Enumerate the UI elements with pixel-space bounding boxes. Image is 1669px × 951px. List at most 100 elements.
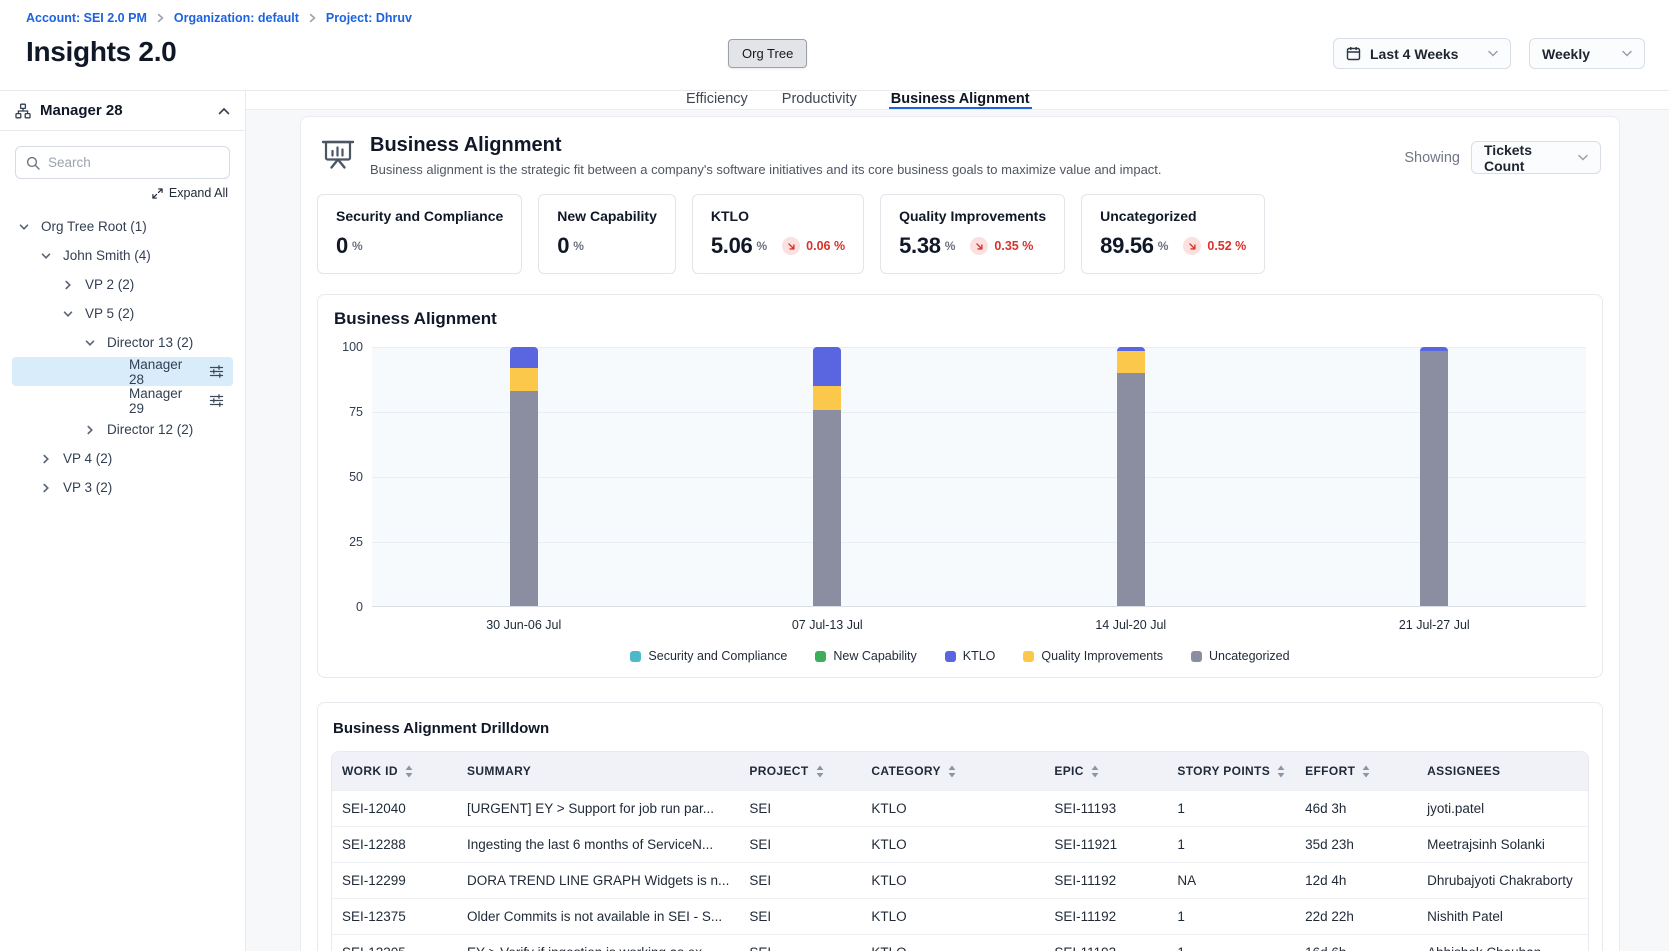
tab-business-alignment[interactable]: Business Alignment [889, 91, 1032, 109]
stacked-bar-14-jul-20-jul[interactable] [1117, 347, 1145, 606]
tree-item-vp-2-2[interactable]: VP 2 (2) [12, 270, 233, 299]
table-cell: KTLO [861, 899, 1044, 935]
tree-item-vp-3-2[interactable]: VP 3 (2) [12, 473, 233, 502]
tab-efficiency[interactable]: Efficiency [684, 91, 750, 109]
sort-icon[interactable] [816, 765, 824, 778]
table-cell: SEI [739, 791, 861, 827]
chevron-right-icon[interactable] [40, 482, 63, 494]
table-row[interactable]: SEI-12040[URGENT] EY > Support for job r… [332, 791, 1588, 827]
bar-segment-ktlo[interactable] [813, 347, 841, 386]
bar-segment-quality-improvements[interactable] [1117, 351, 1145, 373]
breadcrumb-link-organization[interactable]: Organization: default [174, 11, 299, 25]
date-range-select[interactable]: Last 4 Weeks [1333, 38, 1511, 69]
bar-segment-quality-improvements[interactable] [510, 368, 538, 391]
bar-segment-quality-improvements[interactable] [813, 386, 841, 411]
date-range-value: Last 4 Weeks [1370, 46, 1458, 62]
legend-item-quality-improvements[interactable]: Quality Improvements [1023, 649, 1163, 663]
chart-x-axis: 30 Jun-06 Jul07 Jul-13 Jul14 Jul-20 Jul2… [372, 618, 1586, 632]
table-row[interactable]: SEI-12305EY > Verify if ingestion is wor… [332, 935, 1588, 951]
search-input[interactable] [48, 155, 219, 170]
bar-segment-uncategorized[interactable] [1117, 373, 1145, 606]
table-cell: KTLO [861, 791, 1044, 827]
metric-card-ktlo: KTLO5.06%0.06 % [692, 194, 864, 274]
header-controls: Last 4 Weeks Weekly [1333, 38, 1645, 69]
table-cell: Abhishek Chauhan [1417, 935, 1588, 951]
filter-sliders-icon[interactable] [209, 393, 224, 408]
chevron-down-icon[interactable] [40, 250, 63, 262]
chevron-right-icon[interactable] [40, 453, 63, 465]
bar-segment-ktlo[interactable] [510, 347, 538, 368]
filter-sliders-icon[interactable] [209, 364, 224, 379]
legend-item-security-and-compliance[interactable]: Security and Compliance [630, 649, 787, 663]
bar-segment-uncategorized[interactable] [510, 391, 538, 606]
breadcrumb-link-account[interactable]: Account: SEI 2.0 PM [26, 11, 147, 25]
y-axis-tick: 0 [356, 600, 363, 614]
sort-icon[interactable] [1277, 765, 1285, 778]
stacked-bar-21-jul-27-jul[interactable] [1420, 347, 1448, 606]
sort-icon[interactable] [405, 765, 413, 778]
table-cell: Dhrubajyoti Chakraborty [1417, 863, 1588, 899]
drilldown-table: WORK IDSUMMARYPROJECTCATEGORYEPICSTORY P… [331, 751, 1589, 951]
breadcrumb: Account: SEI 2.0 PM Organization: default… [26, 11, 1645, 25]
metric-title: Uncategorized [1100, 208, 1246, 224]
tab-productivity[interactable]: Productivity [780, 91, 859, 109]
column-header-work-id[interactable]: WORK ID [332, 752, 457, 791]
table-cell: 35d 23h [1295, 827, 1417, 863]
metric-unit: % [352, 239, 363, 253]
interval-select[interactable]: Weekly [1529, 38, 1645, 69]
chevron-down-icon[interactable] [18, 221, 41, 233]
metric-title: Security and Compliance [336, 208, 503, 224]
legend-item-ktlo[interactable]: KTLO [945, 649, 996, 663]
sort-icon[interactable] [1091, 765, 1099, 778]
section-title: Business Alignment [370, 134, 1162, 157]
bar-segment-uncategorized[interactable] [813, 410, 841, 606]
bar-segment-uncategorized[interactable] [1420, 351, 1448, 606]
org-tree-button[interactable]: Org Tree [728, 39, 807, 68]
drilldown-section: Business Alignment Drilldown WORK IDSUMM… [317, 702, 1603, 951]
tree-item-label: VP 2 (2) [85, 277, 134, 292]
table-cell: 12d 4h [1295, 863, 1417, 899]
org-chart-icon [15, 103, 31, 119]
tree-item-director-13-2[interactable]: Director 13 (2) [12, 328, 233, 357]
tree-item-manager-29[interactable]: Manager 29 [12, 386, 233, 415]
tree-item-director-12-2[interactable]: Director 12 (2) [12, 415, 233, 444]
table-cell: 16d 6h [1295, 935, 1417, 951]
column-header-category[interactable]: CATEGORY [861, 752, 1044, 791]
table-cell: 1 [1167, 899, 1295, 935]
tree-item-john-smith-4[interactable]: John Smith (4) [12, 241, 233, 270]
tree-item-org-tree-root-1[interactable]: Org Tree Root (1) [12, 212, 233, 241]
expand-all-button[interactable]: Expand All [17, 186, 228, 200]
chevron-down-icon[interactable] [62, 308, 85, 320]
column-header-project[interactable]: PROJECT [739, 752, 861, 791]
y-axis-tick: 75 [349, 405, 363, 419]
chevron-right-icon[interactable] [62, 279, 85, 291]
metric-unit: % [1158, 239, 1169, 253]
tree-item-vp-5-2[interactable]: VP 5 (2) [12, 299, 233, 328]
tree-item-manager-28[interactable]: Manager 28 [12, 357, 233, 386]
legend-label: New Capability [833, 649, 916, 663]
column-header-story-points[interactable]: STORY POINTS [1167, 752, 1295, 791]
chevron-down-icon[interactable] [84, 337, 107, 349]
table-row[interactable]: SEI-12288Ingesting the last 6 months of … [332, 827, 1588, 863]
sort-icon[interactable] [1362, 765, 1370, 778]
main-card: Business Alignment Business alignment is… [300, 116, 1620, 951]
column-label: PROJECT [749, 764, 808, 778]
column-header-epic[interactable]: EPIC [1044, 752, 1167, 791]
tree-item-vp-4-2[interactable]: VP 4 (2) [12, 444, 233, 473]
tree-item-label: VP 3 (2) [63, 480, 112, 495]
column-label: ASSIGNEES [1427, 764, 1500, 778]
metric-value: 0 [336, 233, 348, 259]
sort-icon[interactable] [948, 765, 956, 778]
collapse-sidebar-icon[interactable] [218, 107, 230, 115]
org-tree: Org Tree Root (1)John Smith (4) VP 2 (2) V… [0, 208, 245, 506]
chevron-right-icon[interactable] [84, 424, 107, 436]
stacked-bar-07-jul-13-jul[interactable] [813, 347, 841, 606]
table-row[interactable]: SEI-12299DORA TREND LINE GRAPH Widgets i… [332, 863, 1588, 899]
legend-item-uncategorized[interactable]: Uncategorized [1191, 649, 1290, 663]
breadcrumb-link-project[interactable]: Project: Dhruv [326, 11, 412, 25]
showing-select[interactable]: Tickets Count [1471, 141, 1601, 174]
column-header-effort[interactable]: EFFORT [1295, 752, 1417, 791]
legend-item-new-capability[interactable]: New Capability [815, 649, 916, 663]
stacked-bar-30-jun-06-jul[interactable] [510, 347, 538, 606]
table-row[interactable]: SEI-12375Older Commits is not available … [332, 899, 1588, 935]
